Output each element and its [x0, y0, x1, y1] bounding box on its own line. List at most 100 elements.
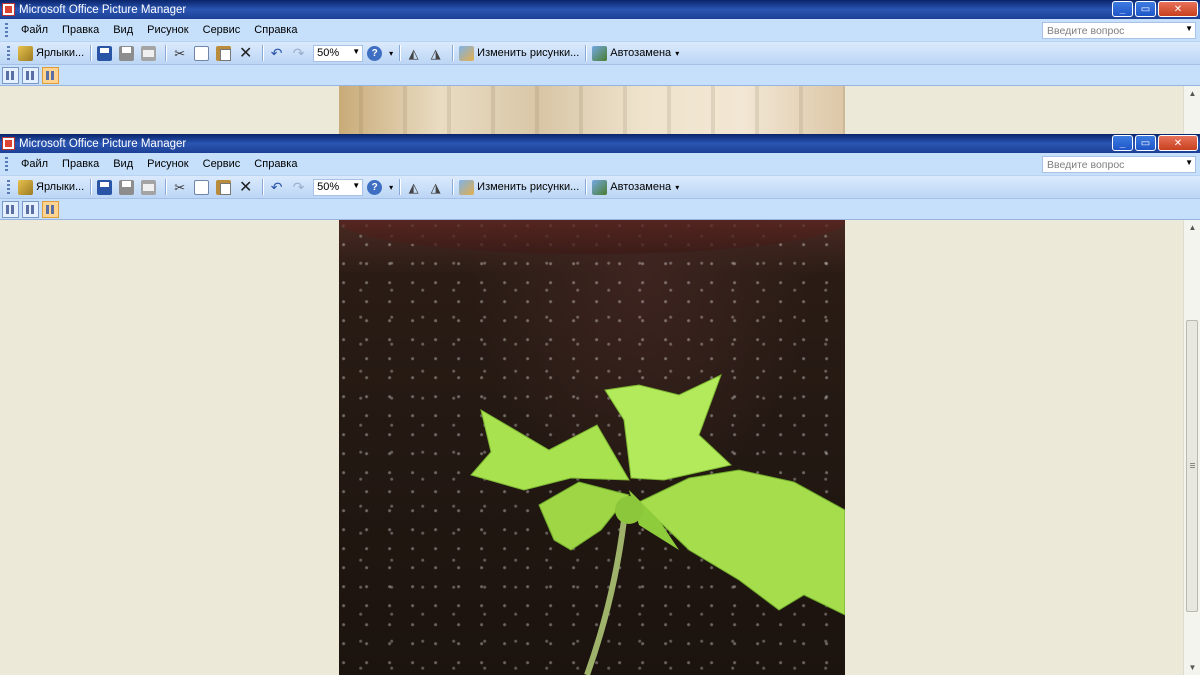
scroll-up-icon[interactable]: ▲: [1185, 220, 1200, 235]
email-button[interactable]: [139, 44, 161, 63]
vertical-scrollbar[interactable]: ▲ ▼: [1183, 220, 1200, 675]
vertical-scrollbar[interactable]: ▲: [1183, 86, 1200, 134]
menu-view[interactable]: Вид: [106, 158, 140, 170]
chevron-down-icon[interactable]: ▼: [1185, 158, 1193, 167]
menu-tools[interactable]: Сервис: [196, 24, 248, 36]
print-icon: [119, 45, 135, 61]
thumbnail-view-icon[interactable]: [2, 200, 19, 218]
auto-correct-button[interactable]: Автозамена: [590, 44, 673, 63]
chevron-down-icon[interactable]: ▼: [352, 47, 360, 56]
copy-button[interactable]: [192, 178, 214, 197]
single-picture-view-icon[interactable]: [42, 66, 59, 84]
paste-button[interactable]: [214, 178, 236, 197]
rotate-left-button[interactable]: ◭: [404, 44, 426, 63]
shortcuts-icon: [18, 45, 33, 61]
picture-seedling[interactable]: [339, 220, 845, 675]
menu-file[interactable]: Файл: [14, 24, 55, 36]
filmstrip-view-icon[interactable]: [22, 200, 39, 218]
close-button[interactable]: ✕: [1158, 1, 1198, 17]
toolbar-separator: [262, 179, 264, 195]
scrollbar-thumb[interactable]: [1186, 320, 1198, 612]
minimize-button[interactable]: _: [1112, 1, 1133, 17]
paste-button[interactable]: [214, 44, 236, 63]
email-icon: [141, 45, 157, 61]
copy-button[interactable]: [192, 44, 214, 63]
menubar-grip[interactable]: [5, 156, 8, 172]
chevron-down-icon[interactable]: ▼: [1185, 24, 1193, 33]
thumbnail-view-icon[interactable]: [2, 66, 19, 84]
menu-edit[interactable]: Правка: [55, 24, 106, 36]
seedling-illustration: [470, 374, 845, 675]
cut-button[interactable]: ✂: [170, 178, 192, 197]
zoom-select[interactable]: 50% ▼: [313, 178, 364, 196]
redo-button[interactable]: ↷: [289, 178, 311, 197]
save-button[interactable]: [95, 178, 117, 197]
toolbar-grip[interactable]: [7, 45, 10, 61]
menu-picture[interactable]: Рисунок: [140, 158, 196, 170]
toolbar-options-icon[interactable]: ▾: [675, 49, 679, 58]
rotate-left-button[interactable]: ◭: [404, 178, 426, 197]
title-bar[interactable]: Microsoft Office Picture Manager _ ▭ ✕: [0, 0, 1200, 19]
menu-help[interactable]: Справка: [247, 158, 304, 170]
chevron-down-icon[interactable]: ▼: [352, 181, 360, 190]
menubar-grip[interactable]: [5, 22, 8, 38]
edit-pictures-button[interactable]: Изменить рисунки...: [457, 44, 581, 63]
close-button[interactable]: ✕: [1158, 135, 1198, 151]
toolbar-separator: [165, 45, 167, 61]
email-button[interactable]: [139, 178, 161, 197]
auto-correct-button[interactable]: Автозамена: [590, 178, 673, 197]
restore-button[interactable]: ▭: [1135, 135, 1156, 151]
undo-button[interactable]: ↶: [267, 44, 289, 63]
zoom-value: 50%: [317, 181, 340, 193]
toolbar-options-icon[interactable]: ▾: [389, 183, 393, 192]
help-button[interactable]: ?: [365, 178, 387, 197]
redo-button[interactable]: ↷: [289, 44, 311, 63]
menu-edit[interactable]: Правка: [55, 158, 106, 170]
copy-icon: [194, 45, 210, 61]
save-button[interactable]: [95, 44, 117, 63]
zoom-select[interactable]: 50% ▼: [313, 44, 364, 62]
print-button[interactable]: [117, 44, 139, 63]
menu-picture[interactable]: Рисунок: [140, 24, 196, 36]
single-picture-view-icon[interactable]: [42, 200, 59, 218]
window-title: Microsoft Office Picture Manager: [19, 137, 187, 150]
app-icon[interactable]: [2, 137, 15, 150]
edit-pictures-button[interactable]: Изменить рисунки...: [457, 178, 581, 197]
toolbar-options-icon[interactable]: ▾: [389, 49, 393, 58]
undo-button[interactable]: ↶: [267, 178, 289, 197]
cut-button[interactable]: ✂: [170, 44, 192, 63]
help-search-placeholder: Введите вопрос: [1047, 24, 1125, 37]
toolbar-separator: [165, 179, 167, 195]
shortcuts-button[interactable]: Ярлыки...: [16, 44, 86, 63]
menu-tools[interactable]: Сервис: [196, 158, 248, 170]
delete-icon: ✕: [238, 178, 253, 196]
toolbar-grip[interactable]: [7, 179, 10, 195]
title-bar[interactable]: Microsoft Office Picture Manager _ ▭ ✕: [0, 134, 1200, 153]
scroll-down-icon[interactable]: ▼: [1185, 660, 1200, 675]
delete-button[interactable]: ✕: [236, 44, 258, 63]
minimize-button[interactable]: _: [1112, 135, 1133, 151]
delete-icon: ✕: [238, 44, 253, 62]
restore-button[interactable]: ▭: [1135, 1, 1156, 17]
delete-button[interactable]: ✕: [236, 178, 258, 197]
view-toolbar: [0, 199, 1200, 220]
help-search-input[interactable]: Введите вопрос ▼: [1042, 22, 1196, 39]
filmstrip-view-icon[interactable]: [22, 66, 39, 84]
email-icon: [141, 179, 157, 195]
help-search-input[interactable]: Введите вопрос ▼: [1042, 156, 1196, 173]
scroll-up-icon[interactable]: ▲: [1185, 86, 1200, 101]
menu-view[interactable]: Вид: [106, 24, 140, 36]
app-icon[interactable]: [2, 3, 15, 16]
rotate-right-button[interactable]: ◮: [426, 178, 448, 197]
edit-pictures-label: Изменить рисунки...: [477, 181, 580, 193]
picture-wallpaper[interactable]: [339, 86, 845, 134]
rotate-right-button[interactable]: ◮: [426, 44, 448, 63]
menu-file[interactable]: Файл: [14, 158, 55, 170]
print-button[interactable]: [117, 178, 139, 197]
toolbar-options-icon[interactable]: ▾: [675, 183, 679, 192]
help-button[interactable]: ?: [365, 44, 387, 63]
print-icon: [119, 179, 135, 195]
standard-toolbar: Ярлыки... ✂ ✕ ↶ ↷ 50% ▼ ? ▾ ◭ ◮ Изменить…: [0, 42, 1200, 65]
shortcuts-button[interactable]: Ярлыки...: [16, 178, 86, 197]
menu-help[interactable]: Справка: [247, 24, 304, 36]
